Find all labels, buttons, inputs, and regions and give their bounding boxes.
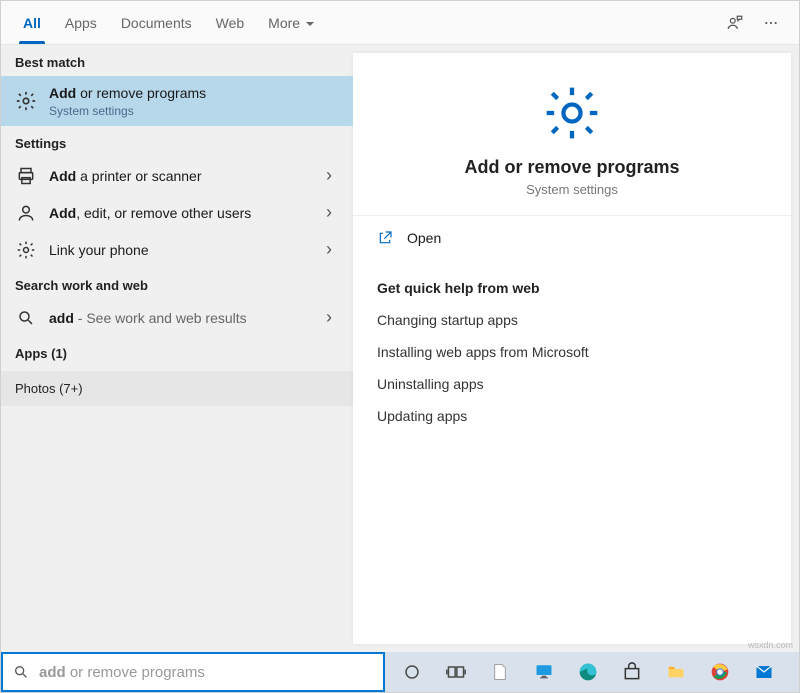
printer-icon <box>15 166 37 186</box>
folder-icon <box>665 663 687 681</box>
tab-documents[interactable]: Documents <box>109 1 204 44</box>
tab-apps-label: Apps <box>65 15 97 31</box>
person-feedback-icon <box>726 14 744 32</box>
result-web-add[interactable]: add - See work and web results › <box>1 299 353 336</box>
detail-title: Add or remove programs <box>464 157 679 178</box>
taskbar-app-store[interactable] <box>611 655 653 689</box>
edge-icon <box>578 662 598 682</box>
result-link-phone[interactable]: Link your phone › <box>1 231 353 268</box>
result-subtitle: System settings <box>49 104 339 118</box>
gear-icon <box>540 81 604 145</box>
tab-web-label: Web <box>216 15 245 31</box>
result-add-users[interactable]: Add, edit, or remove other users › <box>1 194 353 231</box>
search-input[interactable] <box>39 654 373 690</box>
quick-link-webapps[interactable]: Installing web apps from Microsoft <box>353 336 791 368</box>
mail-icon <box>753 663 775 681</box>
chrome-icon <box>710 662 730 682</box>
taskbar-app-explorer[interactable] <box>655 655 697 689</box>
quick-link-uninstall[interactable]: Uninstalling apps <box>353 368 791 400</box>
taskbar-app-edge[interactable] <box>567 655 609 689</box>
action-open-label: Open <box>407 230 441 246</box>
taskbar-app-mail[interactable] <box>743 655 785 689</box>
chevron-right-icon: › <box>319 202 339 223</box>
taskbar-app-libreoffice[interactable] <box>479 655 521 689</box>
watermark: wsxdn.com <box>748 640 793 650</box>
feedback-button[interactable] <box>717 5 753 41</box>
tab-apps[interactable]: Apps <box>53 1 109 44</box>
cortana-icon <box>403 663 421 681</box>
chevron-right-icon: › <box>319 239 339 260</box>
section-best-match: Best match <box>1 45 353 76</box>
open-external-icon <box>377 230 393 246</box>
result-add-remove-programs[interactable]: Add or remove programs System settings <box>1 76 353 126</box>
person-icon <box>15 203 37 223</box>
tab-web[interactable]: Web <box>204 1 257 44</box>
store-icon <box>622 662 642 682</box>
search-icon <box>15 309 37 327</box>
tab-more-label: More <box>268 15 300 31</box>
document-icon <box>491 661 509 683</box>
search-icon <box>13 664 29 680</box>
quick-help-header: Get quick help from web <box>353 260 791 304</box>
taskbar: add or remove programs <box>1 652 799 692</box>
section-search-web: Search work and web <box>1 268 353 299</box>
quick-link-startup[interactable]: Changing startup apps <box>353 304 791 336</box>
tab-documents-label: Documents <box>121 15 192 31</box>
group-photos[interactable]: Photos (7+) <box>1 371 353 406</box>
result-title: Link your phone <box>49 241 307 259</box>
section-settings: Settings <box>1 126 353 157</box>
overflow-button[interactable] <box>753 5 789 41</box>
taskbar-task-view[interactable] <box>435 655 477 689</box>
chevron-down-icon <box>300 15 314 31</box>
gear-icon <box>15 240 37 260</box>
results-list: Best match Add or remove programs System… <box>1 45 353 652</box>
chevron-right-icon: › <box>319 165 339 186</box>
quick-link-update[interactable]: Updating apps <box>353 400 791 432</box>
taskbar-app-chrome[interactable] <box>699 655 741 689</box>
task-view-icon <box>446 662 466 682</box>
result-title: Add or remove programs <box>49 84 339 102</box>
group-apps[interactable]: Apps (1) <box>1 336 353 371</box>
taskbar-cortana[interactable] <box>391 655 433 689</box>
gear-icon <box>15 90 37 112</box>
result-title: add - See work and web results <box>49 309 307 327</box>
result-title: Add a printer or scanner <box>49 167 307 185</box>
ellipsis-icon <box>763 15 779 31</box>
tab-all[interactable]: All <box>11 1 53 44</box>
preview-pane: Add or remove programs System settings O… <box>353 53 791 644</box>
monitor-icon <box>533 663 555 681</box>
chevron-right-icon: › <box>319 307 339 328</box>
result-add-printer[interactable]: Add a printer or scanner › <box>1 157 353 194</box>
taskbar-app-monitor[interactable] <box>523 655 565 689</box>
tab-all-label: All <box>23 15 41 31</box>
action-open[interactable]: Open <box>353 216 791 260</box>
result-title: Add, edit, or remove other users <box>49 204 307 222</box>
search-filter-tabs: All Apps Documents Web More <box>1 1 799 45</box>
detail-subtitle: System settings <box>526 182 618 197</box>
taskbar-search-box[interactable]: add or remove programs <box>1 652 385 692</box>
tab-more[interactable]: More <box>256 1 326 44</box>
